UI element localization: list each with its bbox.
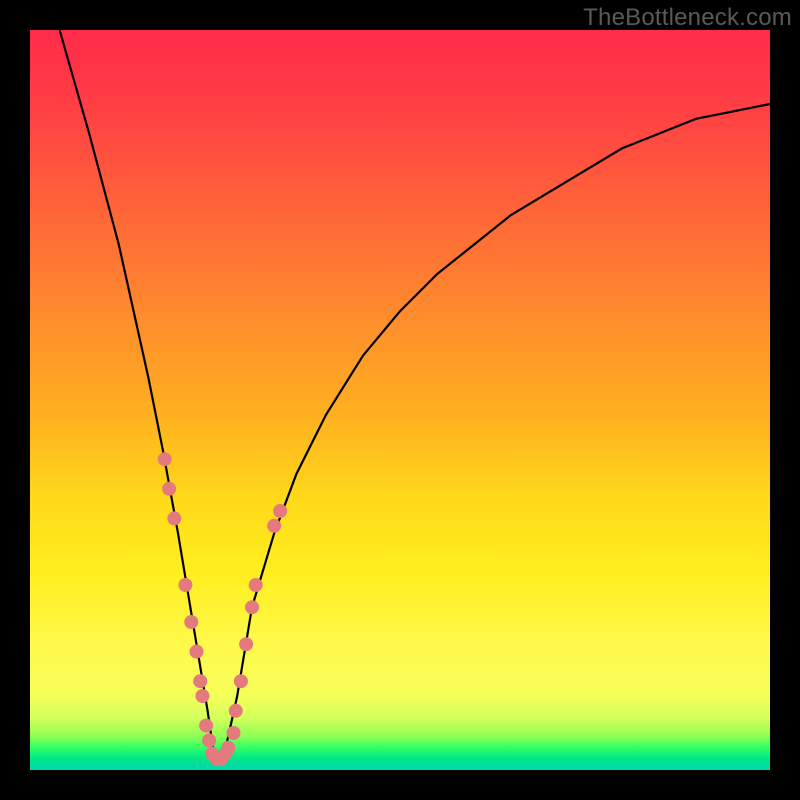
scatter-dot [229,704,243,718]
scatter-dot [184,615,198,629]
scatter-dot [193,674,207,688]
scatter-dot [178,578,192,592]
scatter-dot [273,504,287,518]
scatter-dot [190,645,204,659]
scatter-dot [162,482,176,496]
bottleneck-curve [60,30,770,763]
chart-svg [30,30,770,770]
outer-frame: TheBottleneck.com [0,0,800,800]
watermark-text: TheBottleneck.com [583,4,792,32]
plot-area [30,30,770,770]
scatter-dot [202,733,216,747]
scatter-dot [199,719,213,733]
scatter-dot [221,741,235,755]
scatter-dot [245,600,259,614]
scatter-dot [227,726,241,740]
scatter-dots-group [158,452,287,766]
scatter-dot [249,578,263,592]
scatter-dot [158,452,172,466]
scatter-dot [195,689,209,703]
scatter-dot [167,511,181,525]
scatter-dot [234,674,248,688]
scatter-dot [239,637,253,651]
scatter-dot [267,519,281,533]
